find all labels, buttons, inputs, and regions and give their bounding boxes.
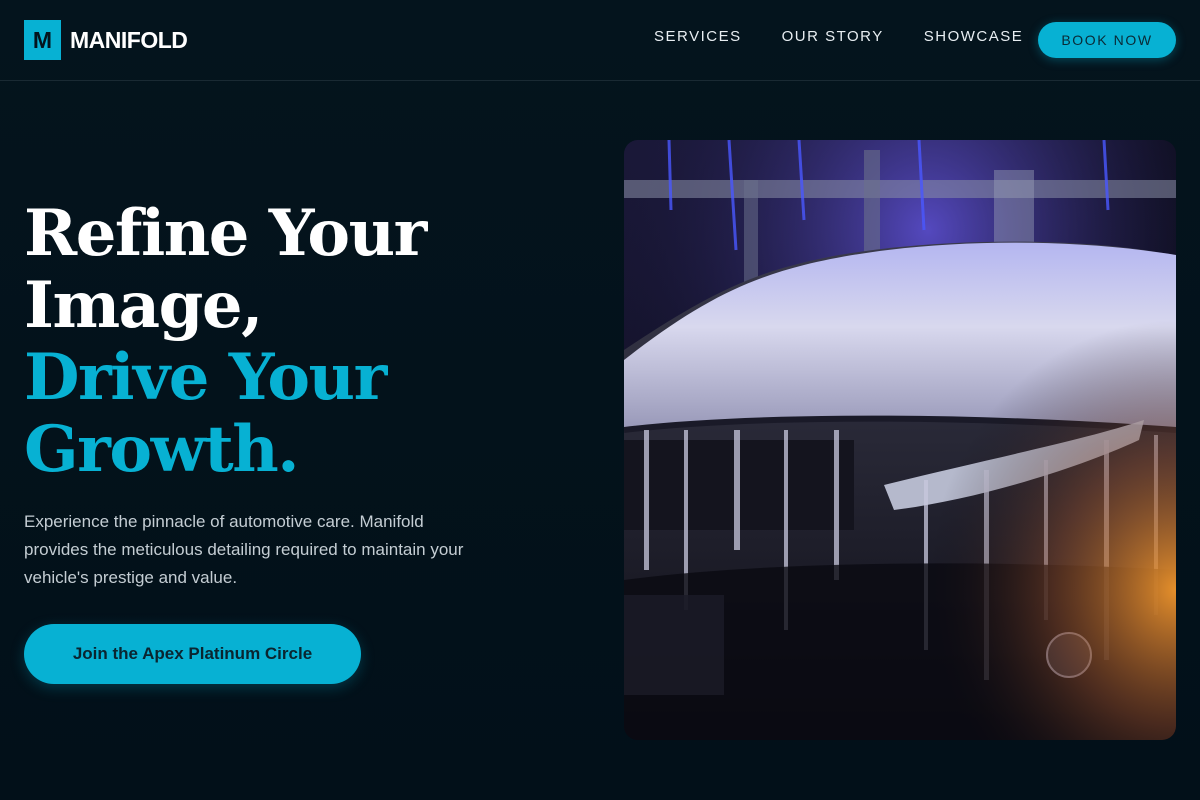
hero-title: Refine Your Image, Drive Your Growth. <box>24 196 427 487</box>
hero-title-line-1: Refine Your <box>24 196 427 271</box>
hero-title-line-3: Drive Your <box>24 340 387 415</box>
hero-car-image <box>624 140 1176 740</box>
nav-link-showcase[interactable]: SHOWCASE <box>924 28 1024 45</box>
nav-link-services[interactable]: SERVICES <box>654 28 742 45</box>
brand-logo[interactable]: M MANIFOLD <box>24 20 188 60</box>
hero-title-line-4: Growth. <box>24 412 300 487</box>
hero-description: Experience the pinnacle of automotive ca… <box>24 512 464 587</box>
join-platinum-circle-button[interactable]: Join the Apex Platinum Circle <box>24 624 361 684</box>
nav-link-our-story[interactable]: OUR STORY <box>782 28 884 45</box>
main-nav: SERVICES OUR STORY SHOWCASE <box>654 28 1063 45</box>
book-now-button[interactable]: BOOK NOW <box>1038 22 1176 58</box>
foam-car-illustration <box>624 140 1176 740</box>
landing-page: M MANIFOLD SERVICES OUR STORY SHOWCASE B… <box>0 0 1200 800</box>
hero-title-line-2: Image, <box>24 268 263 343</box>
brand-name: MANIFOLD <box>70 26 188 53</box>
site-header: M MANIFOLD SERVICES OUR STORY SHOWCASE B… <box>0 0 1200 81</box>
logo-mark-icon: M <box>24 20 61 60</box>
